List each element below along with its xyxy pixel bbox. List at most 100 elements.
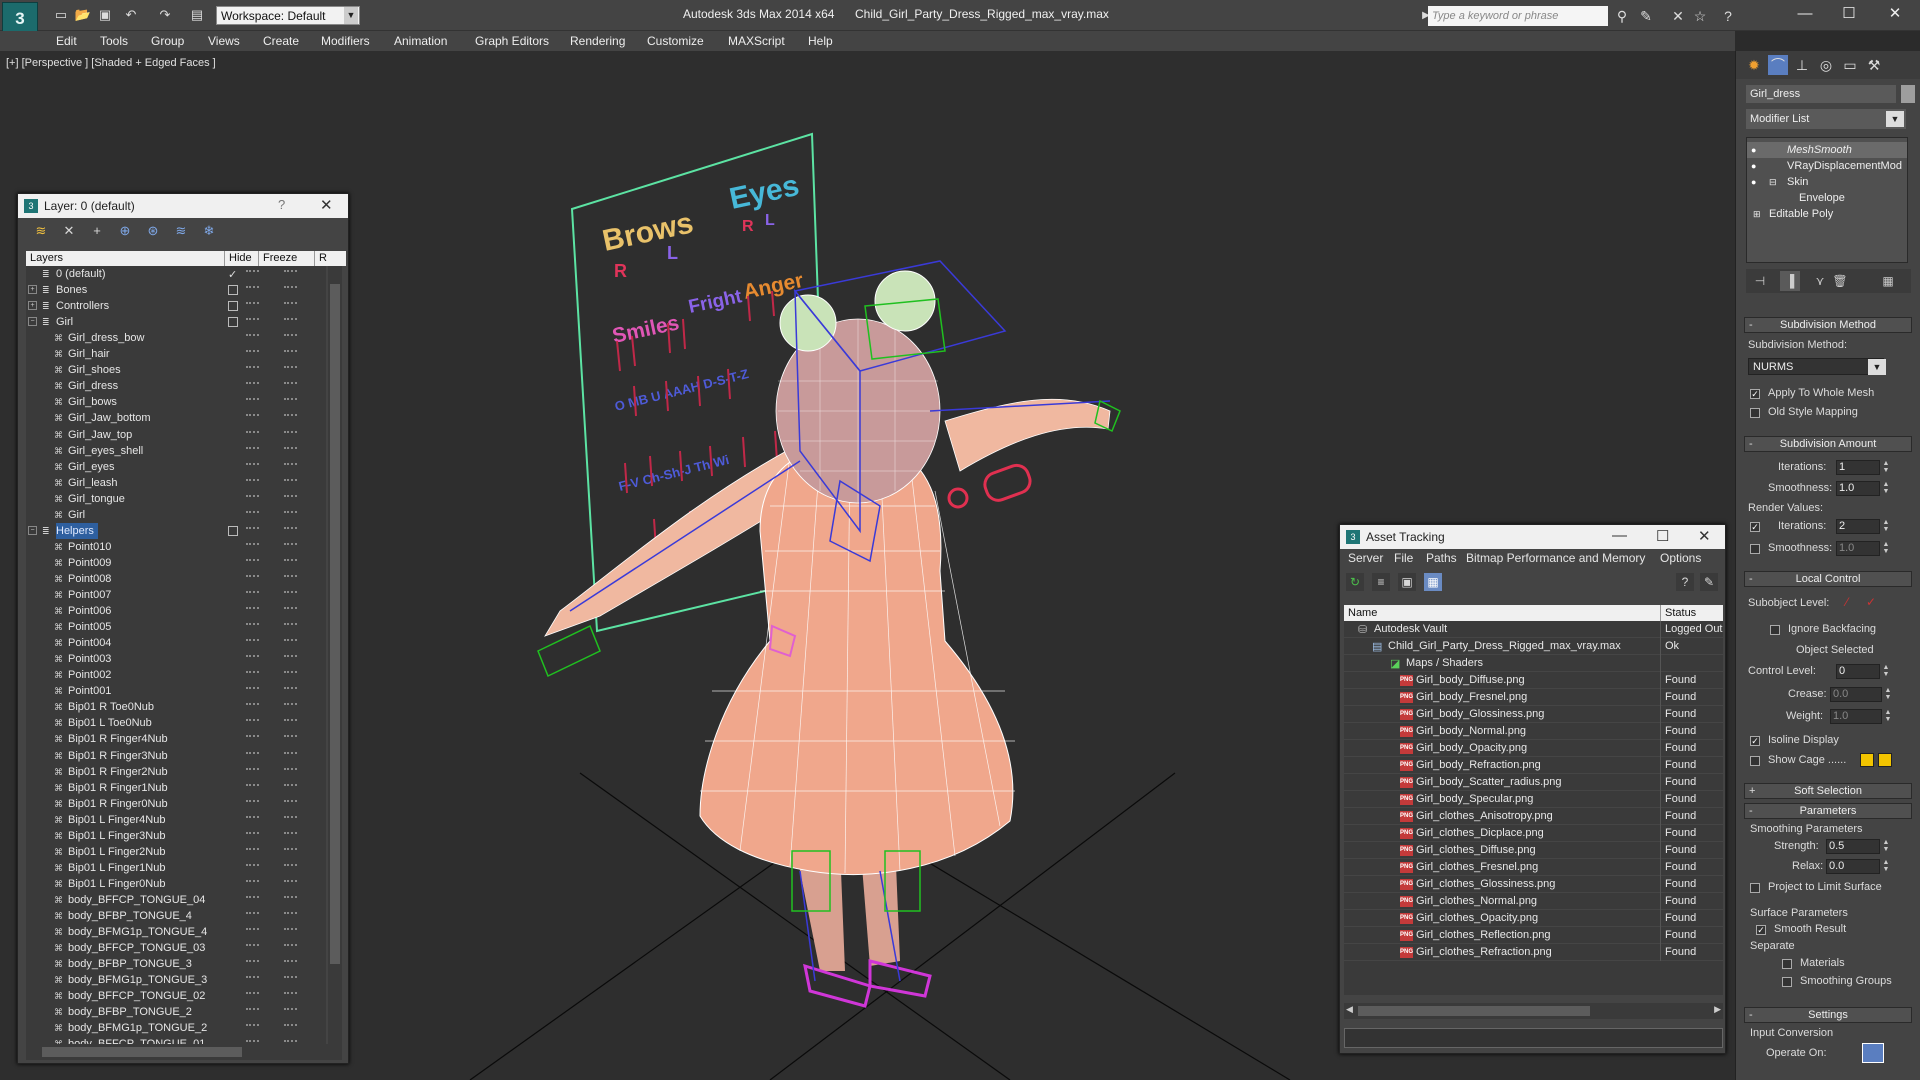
set-current-layer-box[interactable] — [228, 285, 238, 296]
freeze-toggle[interactable] — [284, 558, 297, 565]
rollout-parameters[interactable]: - Parameters — [1744, 803, 1912, 819]
hide-toggle[interactable] — [246, 912, 259, 918]
layer-object-row[interactable]: ⌘ Bip01 L Finger3Nub — [26, 828, 326, 844]
freeze-toggle[interactable] — [284, 799, 297, 806]
pin-stack-icon[interactable]: ⊣ — [1750, 271, 1770, 291]
hide-toggle[interactable] — [246, 783, 259, 790]
layer-object-row[interactable]: ⌘ Bip01 L Finger4Nub — [26, 812, 326, 828]
chevron-down-icon[interactable]: ▼ — [1886, 111, 1904, 127]
old-style-mapping-checkbox[interactable] — [1750, 408, 1760, 418]
asset-row[interactable]: PNG Girl_clothes_Refraction.png Found — [1344, 944, 1723, 961]
hide-toggle[interactable] — [246, 366, 259, 372]
spinner-arrows-icon[interactable]: ▲ ▼ — [1884, 687, 1892, 702]
hide-toggle[interactable] — [246, 799, 259, 806]
col-render[interactable]: R — [314, 251, 327, 266]
expand-icon[interactable]: ⊞ — [1753, 206, 1761, 222]
menu-rendering[interactable]: Rendering — [570, 31, 625, 51]
hair-bow-right[interactable] — [874, 270, 936, 332]
expand-toggle-icon[interactable]: + — [28, 285, 37, 295]
set-current-layer-box[interactable] — [228, 317, 238, 328]
asset-row[interactable]: PNG Girl_body_Normal.png Found — [1344, 723, 1723, 740]
layer-object-row[interactable]: ⌘ Point002 — [26, 667, 326, 683]
layer-object-row[interactable]: ⌘ Girl — [26, 507, 326, 523]
spinner-arrows-icon[interactable]: ▲ ▼ — [1882, 664, 1890, 679]
freeze-toggle[interactable] — [284, 334, 297, 340]
expand-toggle-icon[interactable]: + — [28, 301, 37, 311]
asset-row[interactable]: ⛁ Autodesk Vault Logged Out — [1344, 621, 1723, 638]
freeze-toggle[interactable] — [284, 270, 297, 276]
undo-icon[interactable]: ↶ — [122, 6, 140, 24]
hide-toggle[interactable] — [246, 928, 259, 934]
minimize-icon[interactable]: — — [1612, 527, 1627, 544]
freeze-toggle[interactable] — [284, 671, 297, 677]
hide-toggle[interactable] — [246, 270, 259, 276]
hide-toggle[interactable] — [246, 879, 259, 886]
layer-object-row[interactable]: ⌘ Girl_shoes — [26, 362, 326, 378]
asset-horizontal-scrollbar[interactable]: ◀ ▶ — [1344, 1003, 1723, 1019]
hierarchy-tab-icon[interactable]: ⊥ — [1792, 55, 1812, 75]
apply-whole-mesh-checkbox[interactable]: ✓ — [1750, 389, 1760, 399]
hide-toggle[interactable] — [246, 1024, 259, 1030]
menu-create[interactable]: Create — [263, 31, 299, 51]
layer-object-row[interactable]: ⌘ Point008 — [26, 571, 326, 587]
col-status[interactable]: Status — [1660, 605, 1696, 621]
separate-smoothing-groups-checkbox[interactable] — [1782, 977, 1792, 987]
set-current-layer-box[interactable] — [228, 525, 238, 536]
freeze-toggle[interactable] — [284, 350, 297, 356]
rollout-local-control[interactable]: - Local Control — [1744, 571, 1912, 587]
menu-modifiers[interactable]: Modifiers — [321, 31, 370, 51]
menu-maxscript[interactable]: MAXScript — [728, 31, 785, 51]
hide-toggle[interactable] — [246, 1008, 259, 1014]
freeze-toggle[interactable] — [284, 703, 297, 709]
freeze-toggle[interactable] — [284, 526, 297, 533]
spinner-arrows-icon[interactable]: ▲ ▼ — [1882, 839, 1890, 854]
asset-row[interactable]: PNG Girl_clothes_Glossiness.png Found — [1344, 876, 1723, 893]
layer-object-row[interactable]: ⌘ body_BFMG1p_TONGUE_3 — [26, 972, 326, 988]
col-freeze[interactable]: Freeze — [258, 251, 297, 266]
new-file-icon[interactable]: ▭ — [52, 6, 70, 24]
asset-menu-options[interactable]: Options — [1660, 551, 1701, 565]
freeze-toggle[interactable] — [284, 944, 297, 950]
list-view-icon[interactable]: ≡ — [1372, 573, 1390, 591]
close-button[interactable]: ✕ — [1880, 4, 1910, 24]
scrollbar-thumb[interactable] — [42, 1047, 242, 1057]
table-view-icon[interactable]: ▦ — [1424, 573, 1442, 591]
asset-row[interactable]: PNG Girl_body_Glossiness.png Found — [1344, 706, 1723, 723]
freeze-toggle[interactable] — [284, 815, 297, 822]
menu-views[interactable]: Views — [208, 31, 240, 51]
delete-layer-icon[interactable]: ✕ — [60, 222, 78, 240]
hide-toggle[interactable] — [246, 350, 259, 356]
hide-toggle[interactable] — [246, 430, 259, 437]
freeze-toggle[interactable] — [284, 302, 297, 308]
hide-toggle[interactable] — [246, 526, 259, 533]
layer-object-row[interactable]: ⌘ body_BFFCP_TONGUE_02 — [26, 988, 326, 1004]
stack-item-skin[interactable]: ● ⊟ Skin — [1747, 174, 1907, 190]
lightbulb-icon[interactable]: ● — [1751, 177, 1761, 187]
layer-object-row[interactable]: ⌘ body_BFMG1p_TONGUE_2 — [26, 1020, 326, 1036]
hide-toggle[interactable] — [246, 302, 259, 308]
layer-object-row[interactable]: ⌘ body_BFFCP_TONGUE_04 — [26, 892, 326, 908]
hide-toggle[interactable] — [246, 382, 259, 388]
favorites-star-icon[interactable]: ☆ — [1690, 6, 1710, 26]
redo-icon[interactable]: ↷ — [156, 6, 174, 24]
open-file-icon[interactable]: 📂 — [74, 6, 92, 24]
girl-right-shoe[interactable] — [803, 963, 872, 1008]
asset-row[interactable]: PNG Girl_body_Fresnel.png Found — [1344, 689, 1723, 706]
hide-toggle[interactable] — [246, 591, 259, 597]
hide-all-layers-icon[interactable]: ≋ — [172, 222, 190, 240]
hide-toggle[interactable] — [246, 944, 259, 950]
hide-toggle[interactable] — [246, 847, 259, 854]
freeze-toggle[interactable] — [284, 992, 297, 998]
close-icon[interactable]: ✕ — [1698, 527, 1711, 545]
layer-row[interactable]: + ≣ Controllers — [26, 298, 326, 314]
configure-sets-icon[interactable]: ▦ — [1878, 271, 1898, 291]
freeze-toggle[interactable] — [284, 366, 297, 372]
layer-object-row[interactable]: ⌘ Girl_tongue — [26, 491, 326, 507]
layer-horizontal-scrollbar[interactable] — [26, 1044, 342, 1060]
chevron-down-icon[interactable]: ▼ — [1868, 359, 1886, 375]
modifier-list-dropdown[interactable]: Modifier List — [1746, 109, 1906, 129]
freeze-toggle[interactable] — [284, 574, 297, 581]
hide-toggle[interactable] — [246, 510, 259, 517]
modify-tab-icon[interactable]: ⌒ — [1768, 55, 1788, 75]
freeze-toggle[interactable] — [284, 382, 297, 388]
